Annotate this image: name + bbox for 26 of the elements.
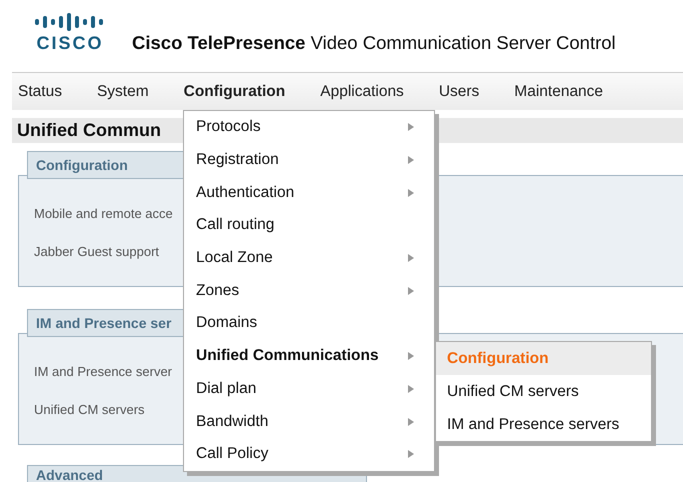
menu-item[interactable]: Dial plan xyxy=(184,372,434,406)
setting-label: Mobile and remote acce xyxy=(34,206,173,221)
menu-item[interactable]: Unified Communications xyxy=(184,340,434,372)
setting-label: Unified CM servers xyxy=(34,402,145,417)
setting-label: Jabber Guest support xyxy=(34,244,160,259)
logo-text: CISCO xyxy=(36,34,104,52)
menu-item[interactable]: Authentication xyxy=(184,176,434,210)
nav-tab[interactable]: Configuration xyxy=(184,82,286,100)
menu-item[interactable]: Call routing xyxy=(184,209,434,242)
logo-bars-icon xyxy=(34,12,106,34)
menu-item[interactable]: Bandwidth xyxy=(184,405,434,438)
setting-label: IM and Presence server xyxy=(34,364,172,379)
nav-tab[interactable]: Maintenance xyxy=(514,82,604,100)
app-title: Cisco TelePresence Video Communication Server Control xyxy=(132,32,616,54)
nav-tab[interactable]: Status xyxy=(18,82,62,100)
nav-tab[interactable]: System xyxy=(96,82,149,100)
section-heading: IM and Presence ser xyxy=(27,309,185,337)
section-heading: Configuration xyxy=(27,151,185,179)
menu-item[interactable]: Zones xyxy=(184,274,434,308)
nav-tab[interactable]: Applications xyxy=(320,82,404,100)
nav-tab[interactable]: Users xyxy=(438,82,480,100)
menu-item[interactable]: Domains xyxy=(184,307,434,340)
menu-item[interactable]: Registration xyxy=(184,144,434,176)
menu-item[interactable]: Local Zone xyxy=(184,242,434,274)
submenu-item[interactable]: Unified CM servers xyxy=(436,375,651,408)
submenu-item[interactable]: IM and Presence servers xyxy=(436,408,651,441)
